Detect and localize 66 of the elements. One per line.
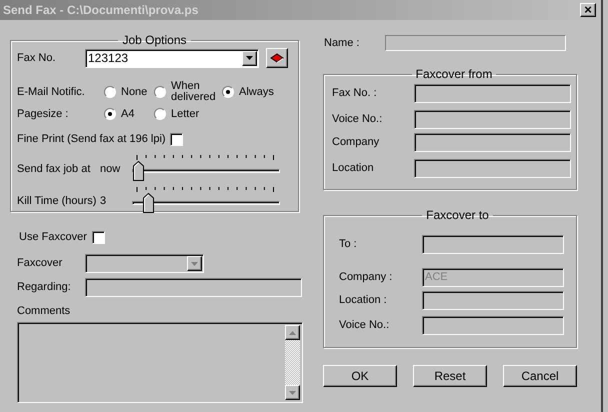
faxcover-combo[interactable]	[85, 254, 204, 273]
radio-button[interactable]	[154, 108, 166, 120]
slider-thumb[interactable]	[142, 193, 154, 213]
field-label: Location :	[339, 293, 388, 308]
checkbox[interactable]	[92, 230, 105, 244]
text-field[interactable]	[414, 110, 571, 129]
text-field[interactable]	[422, 235, 564, 254]
window-title: Send Fax - C:\Documenti\prova.ps	[3, 2, 198, 19]
group-title: Job Options	[121, 34, 188, 46]
field-label: Company :	[339, 270, 394, 286]
dialog-button[interactable]: Reset	[413, 365, 487, 387]
text-field[interactable]	[422, 316, 564, 335]
book-icon	[270, 53, 284, 63]
name-field[interactable]	[385, 35, 566, 51]
radio-button[interactable]	[104, 86, 116, 98]
address-book-button[interactable]	[266, 48, 288, 68]
dialog-button[interactable]: Cancel	[503, 365, 577, 387]
group-title: Faxcover from	[414, 68, 494, 80]
down-arrow-icon	[191, 262, 198, 266]
down-arrow-icon	[246, 56, 253, 60]
slider-value: now	[99, 162, 122, 177]
text-field[interactable]	[414, 159, 571, 178]
field-label: Company	[332, 135, 380, 150]
field-label: E-Mail Notific.	[17, 84, 86, 100]
field-label: Voice No.:	[332, 112, 384, 128]
field-label: Location	[332, 161, 375, 176]
radio-label: Always	[239, 84, 274, 100]
checkbox-label: Use Faxcover	[19, 230, 87, 245]
radio-label: None	[121, 84, 148, 100]
field-label: Name :	[323, 36, 360, 51]
scroll-down-button[interactable]	[285, 385, 300, 400]
field-label: Faxcover	[17, 256, 64, 272]
checkbox[interactable]	[170, 132, 183, 146]
field-label: To :	[339, 237, 358, 252]
fax-number-combo[interactable]: 123123	[85, 48, 259, 68]
scroll-up-button[interactable]	[285, 325, 300, 340]
text-field[interactable]	[422, 291, 564, 310]
field-label: Pagesize :	[17, 106, 70, 122]
radio-button[interactable]	[154, 86, 166, 98]
group-title: Faxcover to	[425, 209, 490, 221]
checkbox-label: Fine Print (Send fax at 196 lpi)	[17, 132, 166, 147]
radio-label: Letter	[171, 106, 200, 122]
field-label: Voice No.:	[339, 318, 390, 334]
radio-label: A4	[121, 106, 134, 122]
comments-field[interactable]	[17, 322, 303, 403]
field-value: ACE	[425, 270, 448, 286]
up-arrow-icon	[289, 330, 296, 334]
dialog-button[interactable]: OK	[323, 365, 397, 387]
regarding-field[interactable]	[85, 278, 302, 297]
slider-thumb[interactable]	[133, 161, 144, 181]
field-label: Regarding:	[17, 280, 72, 296]
radio-label: When delivered	[171, 81, 216, 103]
dropdown-button[interactable]	[187, 256, 202, 271]
scrollbar[interactable]	[285, 325, 300, 400]
down-arrow-icon	[289, 390, 296, 394]
radio-button[interactable]	[104, 108, 116, 120]
combo-value: 123123	[88, 50, 128, 67]
text-field[interactable]	[414, 133, 571, 152]
slider-label: Send fax job at	[17, 162, 92, 177]
field-label: Fax No. :	[332, 86, 378, 102]
field-label: Comments	[16, 304, 72, 317]
field-label: Fax No.	[17, 50, 57, 66]
radio-button[interactable]	[222, 86, 234, 98]
text-field[interactable]	[414, 84, 571, 103]
dropdown-button[interactable]	[242, 50, 257, 66]
close-button[interactable]: ×	[580, 3, 596, 17]
